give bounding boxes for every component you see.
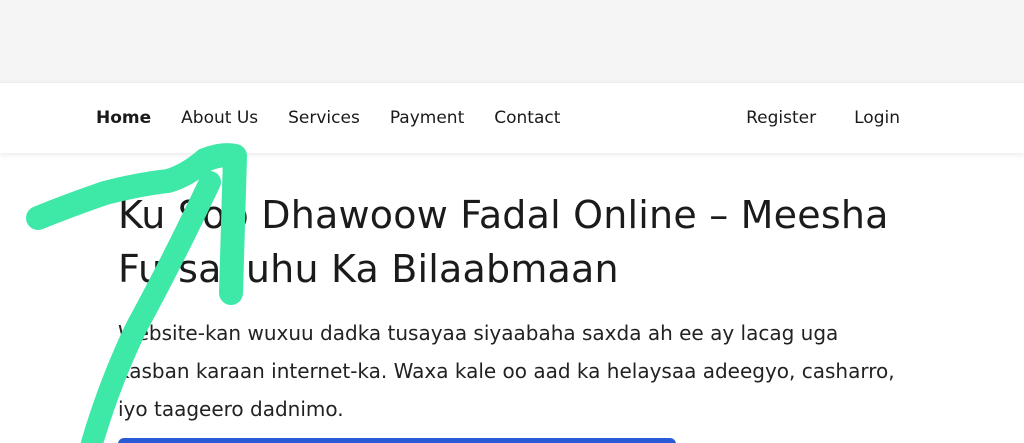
nav-link-about-us[interactable]: About Us [181, 108, 258, 128]
hero-description: Website-kan wuxuu dadka tusayaa siyaabah… [118, 321, 895, 421]
nav-link-services[interactable]: Services [288, 108, 360, 128]
top-strip [0, 0, 1024, 82]
nav-link-contact[interactable]: Contact [494, 108, 560, 128]
hero-title: Ku Soo Dhawoow Fadal Online – Meesha Fur… [118, 193, 889, 291]
page: Home About Us Services Payment Contact R… [0, 0, 1024, 443]
nav-link-home[interactable]: Home [96, 108, 151, 128]
main-navbar: Home About Us Services Payment Contact R… [0, 82, 1024, 153]
nav-left-group: Home About Us Services Payment Contact [96, 83, 590, 153]
nav-link-login[interactable]: Login [854, 108, 900, 128]
nav-link-register[interactable]: Register [746, 108, 816, 128]
cta-button[interactable] [118, 438, 676, 443]
nav-link-payment[interactable]: Payment [390, 108, 464, 128]
nav-right-group: Register Login [708, 83, 900, 153]
hero-section: Ku Soo Dhawoow Fadal Online – Meesha Fur… [118, 188, 918, 428]
